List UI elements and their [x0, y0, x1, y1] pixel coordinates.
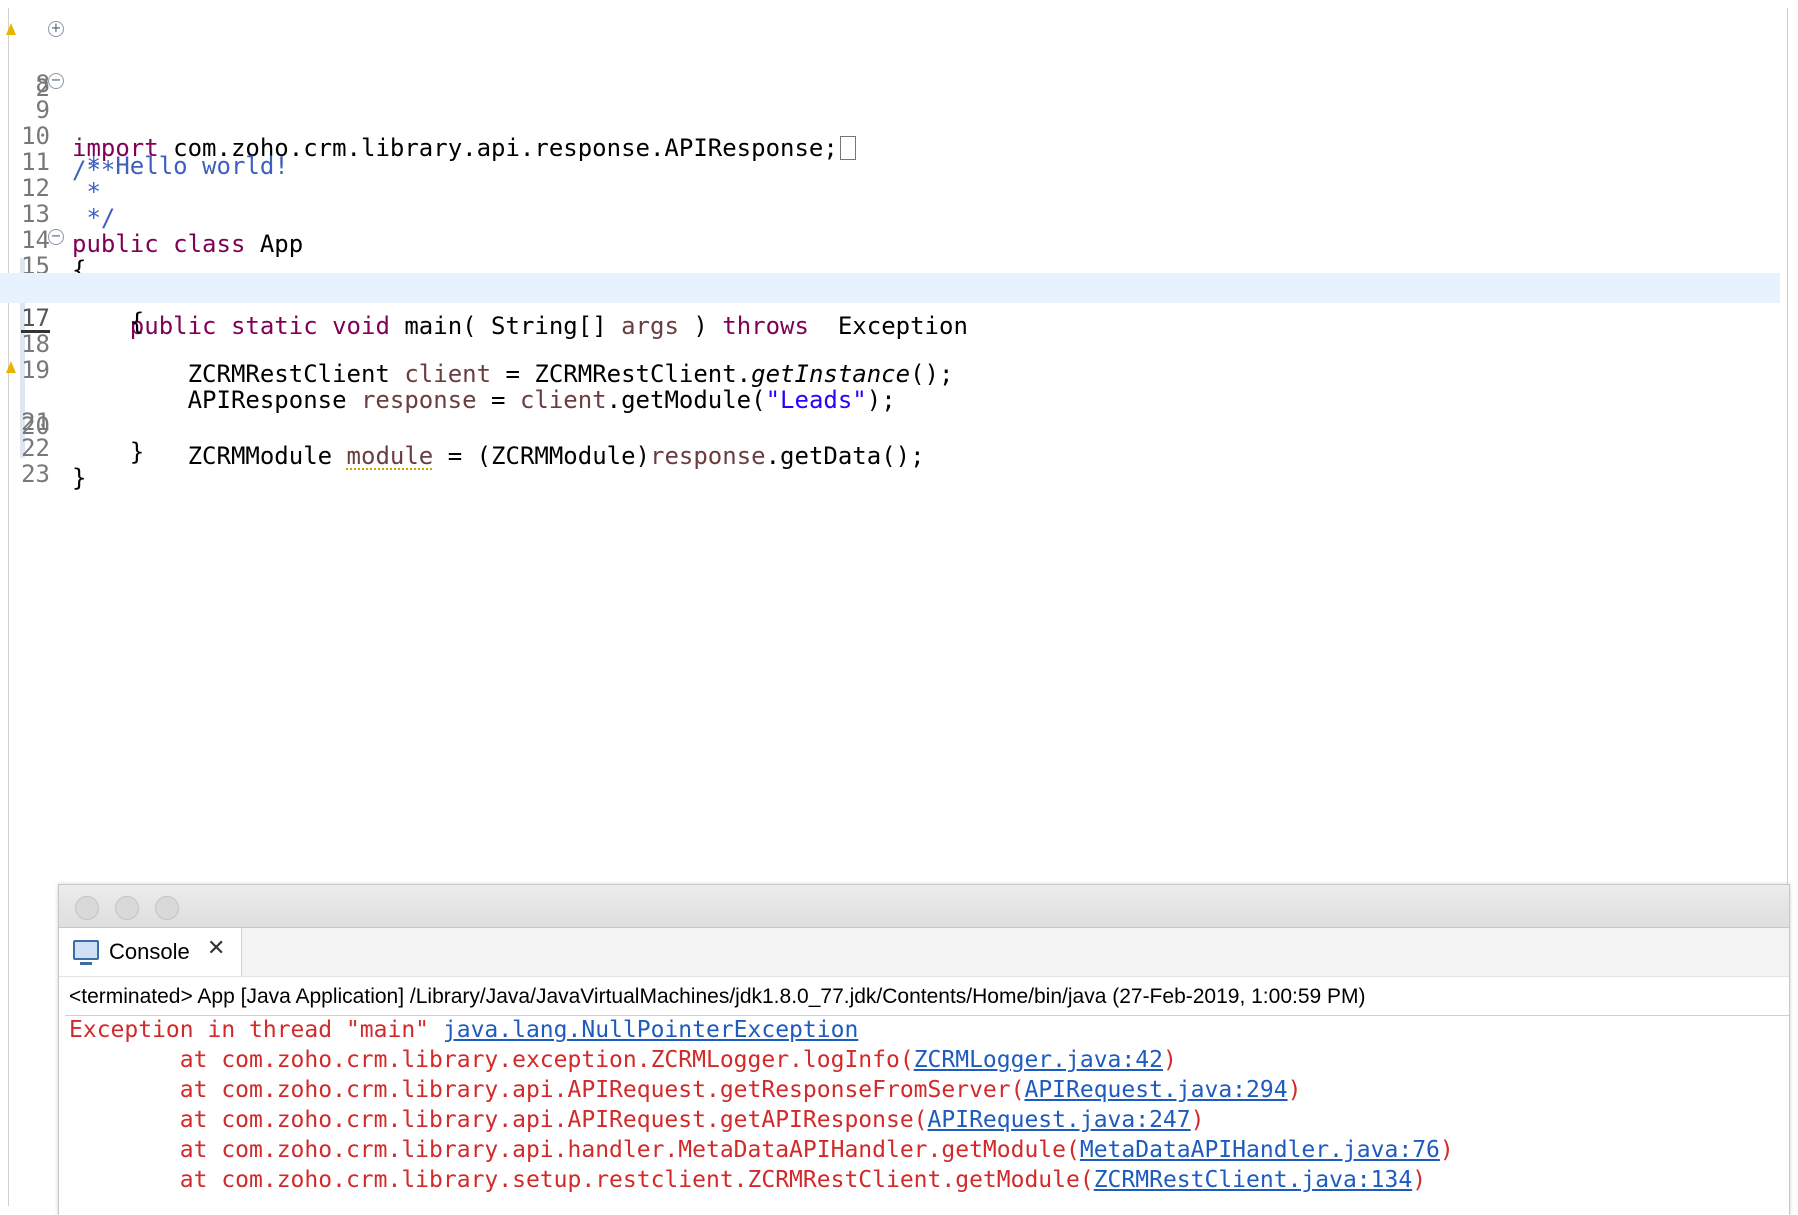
stack-frame-text: at com.zoho.crm.library.api.handler.Meta…: [69, 1137, 1080, 1163]
stack-frame-end: ): [1287, 1077, 1302, 1103]
stack-frame-link[interactable]: APIRequest.java:294: [1024, 1077, 1287, 1103]
console-window: Console ✕ <terminated> App [Java Applica…: [58, 884, 1790, 1215]
line-number: 23: [21, 460, 50, 488]
stack-frame-end: ): [1439, 1137, 1454, 1163]
stack-frame-link[interactable]: APIRequest.java:247: [928, 1107, 1191, 1133]
console-status-line: <terminated> App [Java Application] /Lib…: [69, 985, 1366, 1008]
stack-frame-text: at com.zoho.crm.library.api.APIRequest.g…: [69, 1107, 928, 1133]
window-title-bar[interactable]: [59, 885, 1789, 928]
stack-frame-line: at com.zoho.crm.library.exception.ZCRMLo…: [69, 1045, 1177, 1075]
exception-link[interactable]: java.lang.NullPointerException: [443, 1017, 858, 1043]
stack-frame-line: at com.zoho.crm.library.setup.restclient…: [69, 1165, 1426, 1195]
stack-frame-line: at com.zoho.crm.library.api.APIRequest.g…: [69, 1105, 1205, 1135]
stack-frame-link[interactable]: ZCRMRestClient.java:134: [1094, 1167, 1413, 1193]
stack-frame-end: ): [1412, 1167, 1427, 1193]
expand-fold-icon[interactable]: +: [48, 21, 64, 37]
tab-console[interactable]: Console ✕: [59, 928, 242, 976]
warning-icon[interactable]: [6, 23, 16, 35]
warning-icon[interactable]: [6, 361, 16, 373]
collapse-fold-icon[interactable]: −: [48, 73, 64, 89]
stack-frame-end: ): [1162, 1047, 1177, 1073]
stack-frame-text: at com.zoho.crm.library.setup.restclient…: [69, 1167, 1094, 1193]
stack-frame-line: at com.zoho.crm.library.api.APIRequest.g…: [69, 1075, 1302, 1105]
stack-frame-link[interactable]: MetaDataAPIHandler.java:76: [1080, 1137, 1440, 1163]
stack-frame-text: at com.zoho.crm.library.exception.ZCRMLo…: [69, 1047, 914, 1073]
close-window-button[interactable]: [75, 896, 99, 920]
exception-prefix: Exception in thread "main": [69, 1017, 443, 1043]
view-tab-row: Console ✕: [59, 928, 1789, 977]
exception-line: Exception in thread "main" java.lang.Nul…: [69, 1015, 858, 1045]
stack-frame-line: at com.zoho.crm.library.api.handler.Meta…: [69, 1135, 1454, 1165]
stack-frame-text: at com.zoho.crm.library.api.APIRequest.g…: [69, 1077, 1025, 1103]
collapse-fold-icon[interactable]: −: [48, 229, 64, 245]
maximize-window-button[interactable]: [155, 896, 179, 920]
code-line[interactable]: 23: [0, 429, 1780, 488]
tab-console-label: Console: [109, 939, 190, 964]
close-tab-icon[interactable]: ✕: [207, 936, 225, 961]
minimize-window-button[interactable]: [115, 896, 139, 920]
console-icon: [73, 940, 99, 965]
stack-frame-link[interactable]: ZCRMLogger.java:42: [914, 1047, 1163, 1073]
code-text: }: [72, 464, 87, 492]
stack-frame-end: ): [1190, 1107, 1205, 1133]
